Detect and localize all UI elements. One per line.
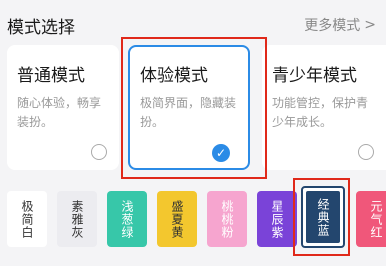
theme-swatch-pink[interactable]: 桃桃粉: [207, 191, 247, 247]
theme-label: 元气红: [369, 199, 383, 239]
theme-label: 浅葱绿: [120, 199, 134, 239]
mode-description: 极简界面，隐藏装扮。: [140, 96, 237, 129]
theme-swatch-white[interactable]: 极简白: [7, 191, 47, 247]
more-modes-link[interactable]: 更多模式 >: [304, 15, 376, 35]
mode-title: 体验模式: [140, 66, 208, 86]
theme-label: 桃桃粉: [220, 199, 234, 239]
radio-button[interactable]: [358, 144, 374, 160]
theme-label: 盛夏黄: [170, 199, 184, 239]
mode-card-experience[interactable]: 体验模式 极简界面，隐藏装扮。 ✓: [128, 45, 250, 170]
theme-swatch-gray[interactable]: 素雅灰: [57, 191, 97, 247]
theme-swatch-green[interactable]: 浅葱绿: [107, 191, 147, 247]
theme-label: 经典蓝: [316, 197, 330, 237]
theme-swatch-blue[interactable]: 经典蓝: [301, 186, 345, 248]
more-modes-label: 更多模式: [304, 18, 361, 34]
mode-card-normal[interactable]: 普通模式 随心体验，畅享装扮。: [7, 45, 119, 170]
header: 模式选择 更多模式 >: [0, 0, 386, 44]
theme-swatch-yellow[interactable]: 盛夏黄: [157, 191, 197, 247]
theme-label: 素雅灰: [70, 199, 84, 239]
theme-label: 星辰紫: [270, 199, 284, 239]
radio-button[interactable]: [91, 144, 107, 160]
mode-title: 普通模式: [17, 66, 85, 86]
mode-description: 功能管控，保护青少年成长。: [272, 96, 369, 129]
theme-label: 极简白: [20, 199, 34, 239]
checkmark-icon[interactable]: ✓: [212, 144, 230, 162]
theme-swatch-purple[interactable]: 星辰紫: [257, 191, 297, 247]
mode-card-teen[interactable]: 青少年模式 功能管控，保护青少年成长。: [262, 45, 386, 170]
theme-swatch-fill: 经典蓝: [306, 191, 340, 243]
page-title: 模式选择: [7, 18, 75, 38]
mode-title: 青少年模式: [272, 66, 357, 86]
mode-description: 随心体验，畅享装扮。: [17, 96, 102, 129]
theme-swatch-red[interactable]: 元气红: [356, 191, 386, 247]
chevron-right-icon: >: [364, 17, 376, 33]
